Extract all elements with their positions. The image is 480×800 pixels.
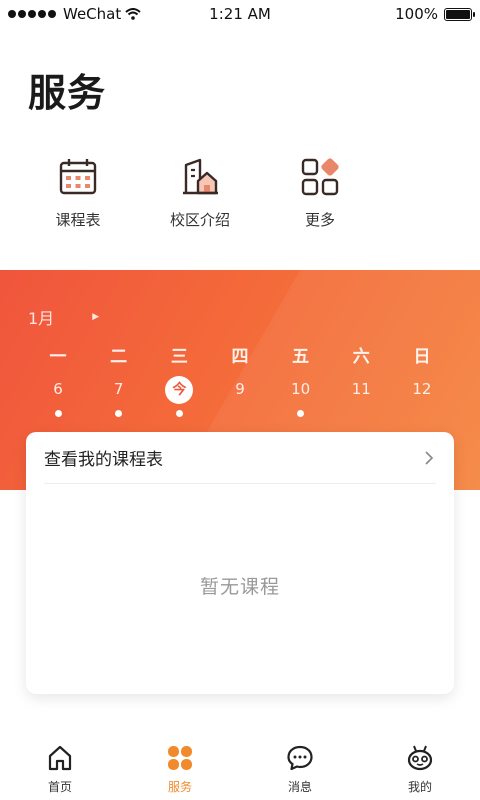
caret-right-icon: ▶ xyxy=(92,312,100,322)
weekday-label: 四 xyxy=(231,347,249,367)
today-badge: 今 xyxy=(165,376,194,404)
battery-group: 100% xyxy=(395,5,475,23)
weekday-label: 三 xyxy=(170,347,188,367)
date-cell-today[interactable]: 今 xyxy=(149,374,209,404)
tab-profile[interactable]: 我的 xyxy=(360,744,480,795)
campus-building-icon xyxy=(183,158,218,195)
tab-service[interactable]: 服务 xyxy=(120,744,240,795)
tab-label: 服务 xyxy=(167,780,192,794)
quick-menu-campus[interactable]: 校区介绍 xyxy=(155,155,245,230)
weekday-label: 五 xyxy=(292,347,310,367)
tab-messages[interactable]: 消息 xyxy=(240,744,360,795)
status-bar: WeChat 1:21 AM 100% xyxy=(0,0,480,28)
my-schedule-link[interactable]: 查看我的课程表 xyxy=(44,432,436,484)
weekday-label: 日 xyxy=(413,347,431,367)
month-selector[interactable]: 1月 ▶ xyxy=(28,305,99,329)
quick-menu-more[interactable]: 更多 xyxy=(275,155,365,230)
tab-bar: 首页 服务 消息 我的 xyxy=(0,738,480,800)
quick-menu-label: 课程表 xyxy=(55,211,101,229)
battery-percent: 100% xyxy=(395,5,438,23)
schedule-card: 查看我的课程表 暂无课程 xyxy=(26,432,454,694)
date-cell[interactable]: 6 xyxy=(28,374,88,404)
quick-menu: 课程表 校区介绍 更多 xyxy=(0,155,480,245)
course-dot xyxy=(297,410,305,417)
quick-menu-label: 更多 xyxy=(304,211,335,229)
weekday-label: 六 xyxy=(352,347,370,367)
chevron-right-icon xyxy=(425,450,434,465)
date-cell[interactable]: 9 xyxy=(210,374,270,404)
weekday-label: 一 xyxy=(49,347,67,367)
calendar-icon xyxy=(59,159,97,195)
carrier-name: WeChat xyxy=(63,5,122,23)
weekday-header: 一 二 三 四 五 六 日 xyxy=(28,342,452,367)
battery-icon xyxy=(444,7,475,21)
date-cell[interactable]: 10 xyxy=(271,374,331,404)
empty-state-text: 暂无课程 xyxy=(199,576,280,598)
tab-label: 我的 xyxy=(407,780,432,794)
weekday-label: 二 xyxy=(110,347,128,367)
course-dot xyxy=(115,410,123,417)
course-dot xyxy=(175,410,183,417)
date-row: 6 7 今 9 10 11 12 xyxy=(28,374,452,404)
tab-home[interactable]: 首页 xyxy=(0,744,120,795)
service-clover-icon xyxy=(168,746,192,770)
quick-menu-schedule[interactable]: 课程表 xyxy=(33,155,123,230)
date-cell[interactable]: 7 xyxy=(89,374,149,404)
profile-robot-icon xyxy=(407,745,433,771)
more-grid-icon xyxy=(301,158,339,196)
tab-label: 消息 xyxy=(287,780,312,794)
wifi-icon xyxy=(125,8,141,20)
course-dot xyxy=(54,410,62,417)
month-label: 1月 xyxy=(28,309,55,328)
page-title: 服务 xyxy=(28,71,107,115)
home-icon xyxy=(48,745,72,771)
carrier-group: WeChat xyxy=(8,5,141,23)
quick-menu-label: 校区介绍 xyxy=(169,211,230,229)
message-icon xyxy=(287,745,313,771)
course-dot-row xyxy=(28,410,452,418)
date-cell[interactable]: 11 xyxy=(331,374,391,404)
card-title: 查看我的课程表 xyxy=(44,450,163,470)
tab-label: 首页 xyxy=(47,780,72,794)
date-cell[interactable]: 12 xyxy=(392,374,452,404)
signal-icon xyxy=(8,10,56,18)
